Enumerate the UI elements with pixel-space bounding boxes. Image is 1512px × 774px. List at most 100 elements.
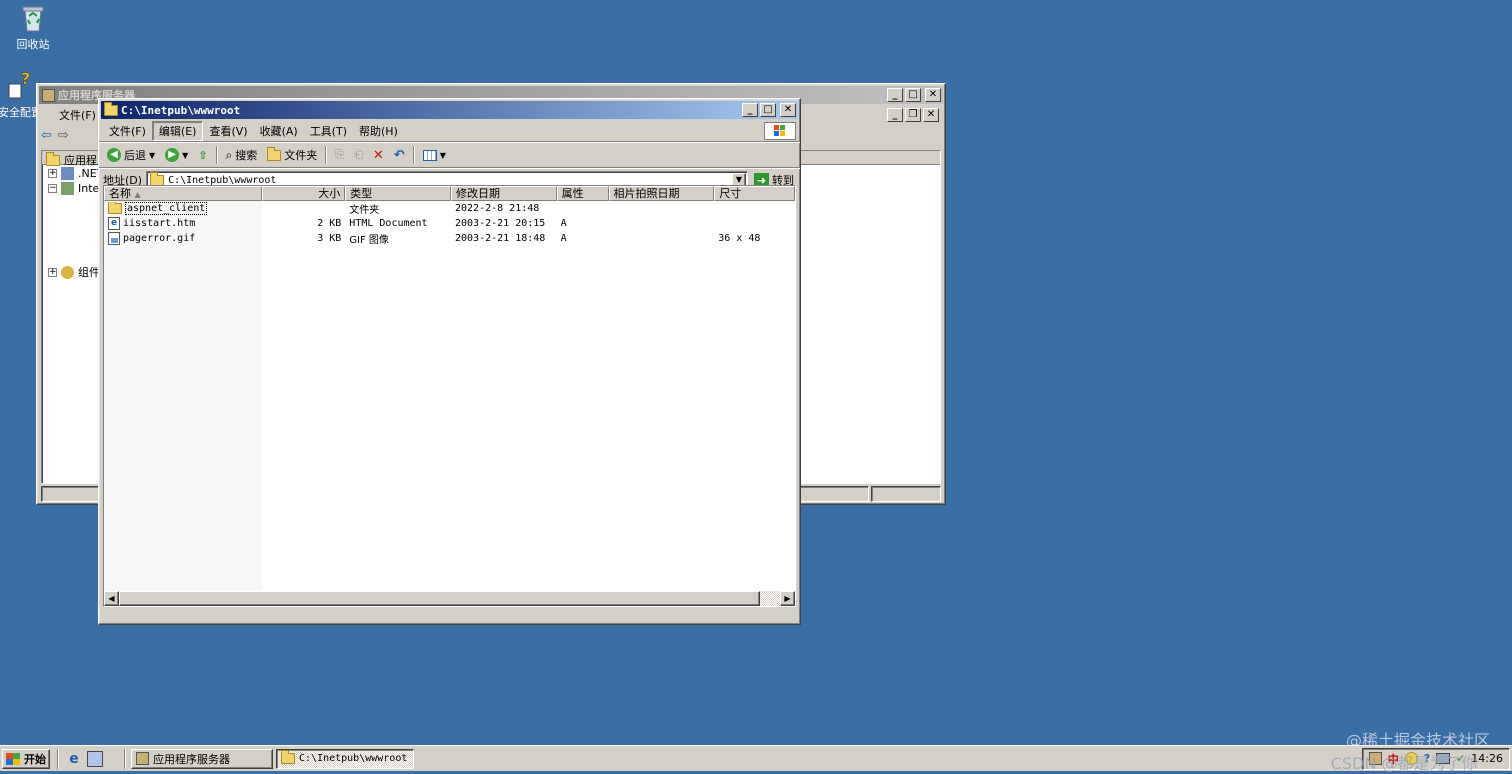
desktop-icon-label: 安全配置 [0,106,38,119]
maximize-button[interactable]: □ [905,88,921,102]
address-value: C:\Inetpub\wwwroot [168,174,277,186]
tree-item[interactable]: − Inte [48,182,99,195]
explorer-window[interactable]: C:\Inetpub\wwwroot _ □ ✕ 文件(F) 编辑(E) 查看(… [98,98,801,625]
security-check-icon[interactable]: ✓ [1456,752,1465,765]
folders-button[interactable]: 文件夹 [263,145,321,165]
show-desktop-icon[interactable] [87,750,103,767]
folder-icon [108,202,122,214]
sort-up-icon: ▲ [134,190,141,199]
tree-item[interactable]: + 组件 [48,264,100,280]
child-close-button[interactable]: ✕ [923,108,939,122]
folder-icon [267,146,282,161]
chevron-down-icon[interactable]: ▼ [149,151,155,160]
app-server-window-icon [42,88,55,102]
explorer-toolbar: ◀ 后退 ▼ ▶ ▼ ⇧ ⌕ 搜索 文件夹 ⎘ ⎗ ✕ ↶ ▼ [99,143,800,167]
col-header-type[interactable]: 类型 [345,186,451,201]
copy-to-button[interactable]: ⎗ [350,145,367,165]
up-folder-button[interactable]: ⇧ [194,145,211,165]
menu-file[interactable]: 文件(F) [53,106,102,124]
app-server-task-icon [136,752,149,765]
ime-icon[interactable] [1404,752,1418,765]
file-list: 名称 ▲ 大小 类型 修改日期 属性 相片拍照日期 尺寸 aspnet_clie… [103,185,796,607]
collapse-minus-icon[interactable]: − [48,184,57,193]
back-button[interactable]: ◀ 后退 ▼ [103,145,159,165]
menu-favorites[interactable]: 收藏(A) [254,122,304,140]
system-tray: 中 ? ✓ 14:26 CSDN @都是为了你 [1331,747,1510,773]
child-minimize-button[interactable]: _ [887,108,903,122]
name-column-bg [104,201,262,593]
copy-to-icon: ⎗ [354,148,363,161]
minimize-button[interactable]: _ [887,88,903,102]
explorer-titlebar[interactable]: C:\Inetpub\wwwroot _ □ ✕ [101,101,798,119]
file-list-header: 名称 ▲ 大小 类型 修改日期 属性 相片拍照日期 尺寸 [104,186,795,201]
taskbar: 开始 e 应用程序服务器 C:\Inetpub\wwwroot 中 ? ✓ 14… [0,745,1512,773]
child-restore-button[interactable]: ❐ [905,108,921,122]
folder-icon [281,750,295,764]
expand-plus-icon[interactable]: + [48,267,57,277]
windows-flag-icon [6,752,20,765]
menu-view[interactable]: 查看(V) [203,122,253,140]
delete-button[interactable]: ✕ [369,145,388,165]
minimize-button[interactable]: _ [742,103,758,117]
svg-text:?: ? [21,70,30,88]
expand-plus-icon[interactable]: + [48,169,57,178]
forward-arrow-icon[interactable]: ⇨ [58,128,69,143]
clock[interactable]: 14:26 [1471,752,1503,765]
component-icon [61,265,74,279]
scroll-thumb[interactable] [119,591,760,606]
desktop-icon-recycle-bin[interactable]: 回收站 [0,2,68,52]
back-arrow-icon[interactable]: ⇦ [41,128,52,143]
scroll-left-button[interactable]: ◀ [104,591,119,606]
tray-app-icon[interactable] [1368,752,1382,765]
network-icon[interactable] [1436,753,1451,764]
menu-edit[interactable]: 编辑(E) [151,121,204,141]
forward-arrow-icon: ▶ [165,148,180,162]
table-row[interactable]: aspnet_client 文件夹 2022-2-8 21:48 [104,201,795,216]
input-language[interactable]: 中 [1388,751,1399,767]
task-app-server[interactable]: 应用程序服务器 [131,748,273,769]
views-button[interactable]: ▼ [419,145,450,165]
undo-icon: ↶ [393,147,405,163]
folder-icon [46,151,60,166]
scroll-right-button[interactable]: ▶ [780,591,795,606]
col-header-size[interactable]: 大小 [261,186,346,201]
close-button[interactable]: ✕ [925,88,941,102]
search-button[interactable]: ⌕ 搜索 [222,145,262,165]
maximize-button[interactable]: □ [760,103,776,117]
start-button[interactable]: 开始 [2,748,50,769]
forward-button[interactable]: ▶ ▼ [161,145,192,165]
ie-quicklaunch-icon[interactable]: e [66,751,82,767]
menu-tools[interactable]: 工具(T) [304,122,353,140]
folder-icon [104,101,118,116]
table-row[interactable]: pagerror.gif 3 KB GIF 图像 2003-2-21 18:48… [104,231,795,246]
move-to-icon: ⎘ [335,148,345,161]
col-header-photo-date[interactable]: 相片拍照日期 [608,186,715,201]
col-header-name[interactable]: 名称 ▲ [104,186,262,201]
menu-help[interactable]: 帮助(H) [353,122,404,140]
security-wizard-icon: ? [3,69,35,102]
undo-button[interactable]: ↶ [390,145,409,165]
help-icon[interactable]: ? [1424,752,1430,765]
recycle-bin-icon [17,2,49,34]
col-header-attributes[interactable]: 属性 [556,186,609,201]
iis-icon [61,182,74,195]
tree-item[interactable]: + .NET [48,167,103,180]
net-icon [61,167,74,180]
image-file-icon [108,232,120,245]
views-grid-icon [422,149,437,161]
col-header-modified[interactable]: 修改日期 [450,186,557,201]
windows-logo-icon [764,122,796,140]
task-explorer[interactable]: C:\Inetpub\wwwroot [276,748,414,769]
explorer-title: C:\Inetpub\wwwroot [121,103,241,117]
folder-icon [150,171,165,186]
move-to-button[interactable]: ⎘ [331,145,348,165]
chevron-down-icon[interactable]: ▼ [182,151,188,160]
horizontal-scrollbar[interactable]: ◀ ▶ [104,591,795,606]
menu-file[interactable]: 文件(F) [103,122,152,140]
col-header-dimensions[interactable]: 尺寸 [714,186,795,201]
table-row[interactable]: e iisstart.htm 2 KB HTML Document 2003-2… [104,216,795,231]
delete-x-icon: ✕ [372,147,384,163]
close-button[interactable]: ✕ [780,103,796,117]
chevron-down-icon: ▼ [439,150,446,160]
explorer-menubar: 文件(F) 编辑(E) 查看(V) 收藏(A) 工具(T) 帮助(H) [99,121,800,141]
